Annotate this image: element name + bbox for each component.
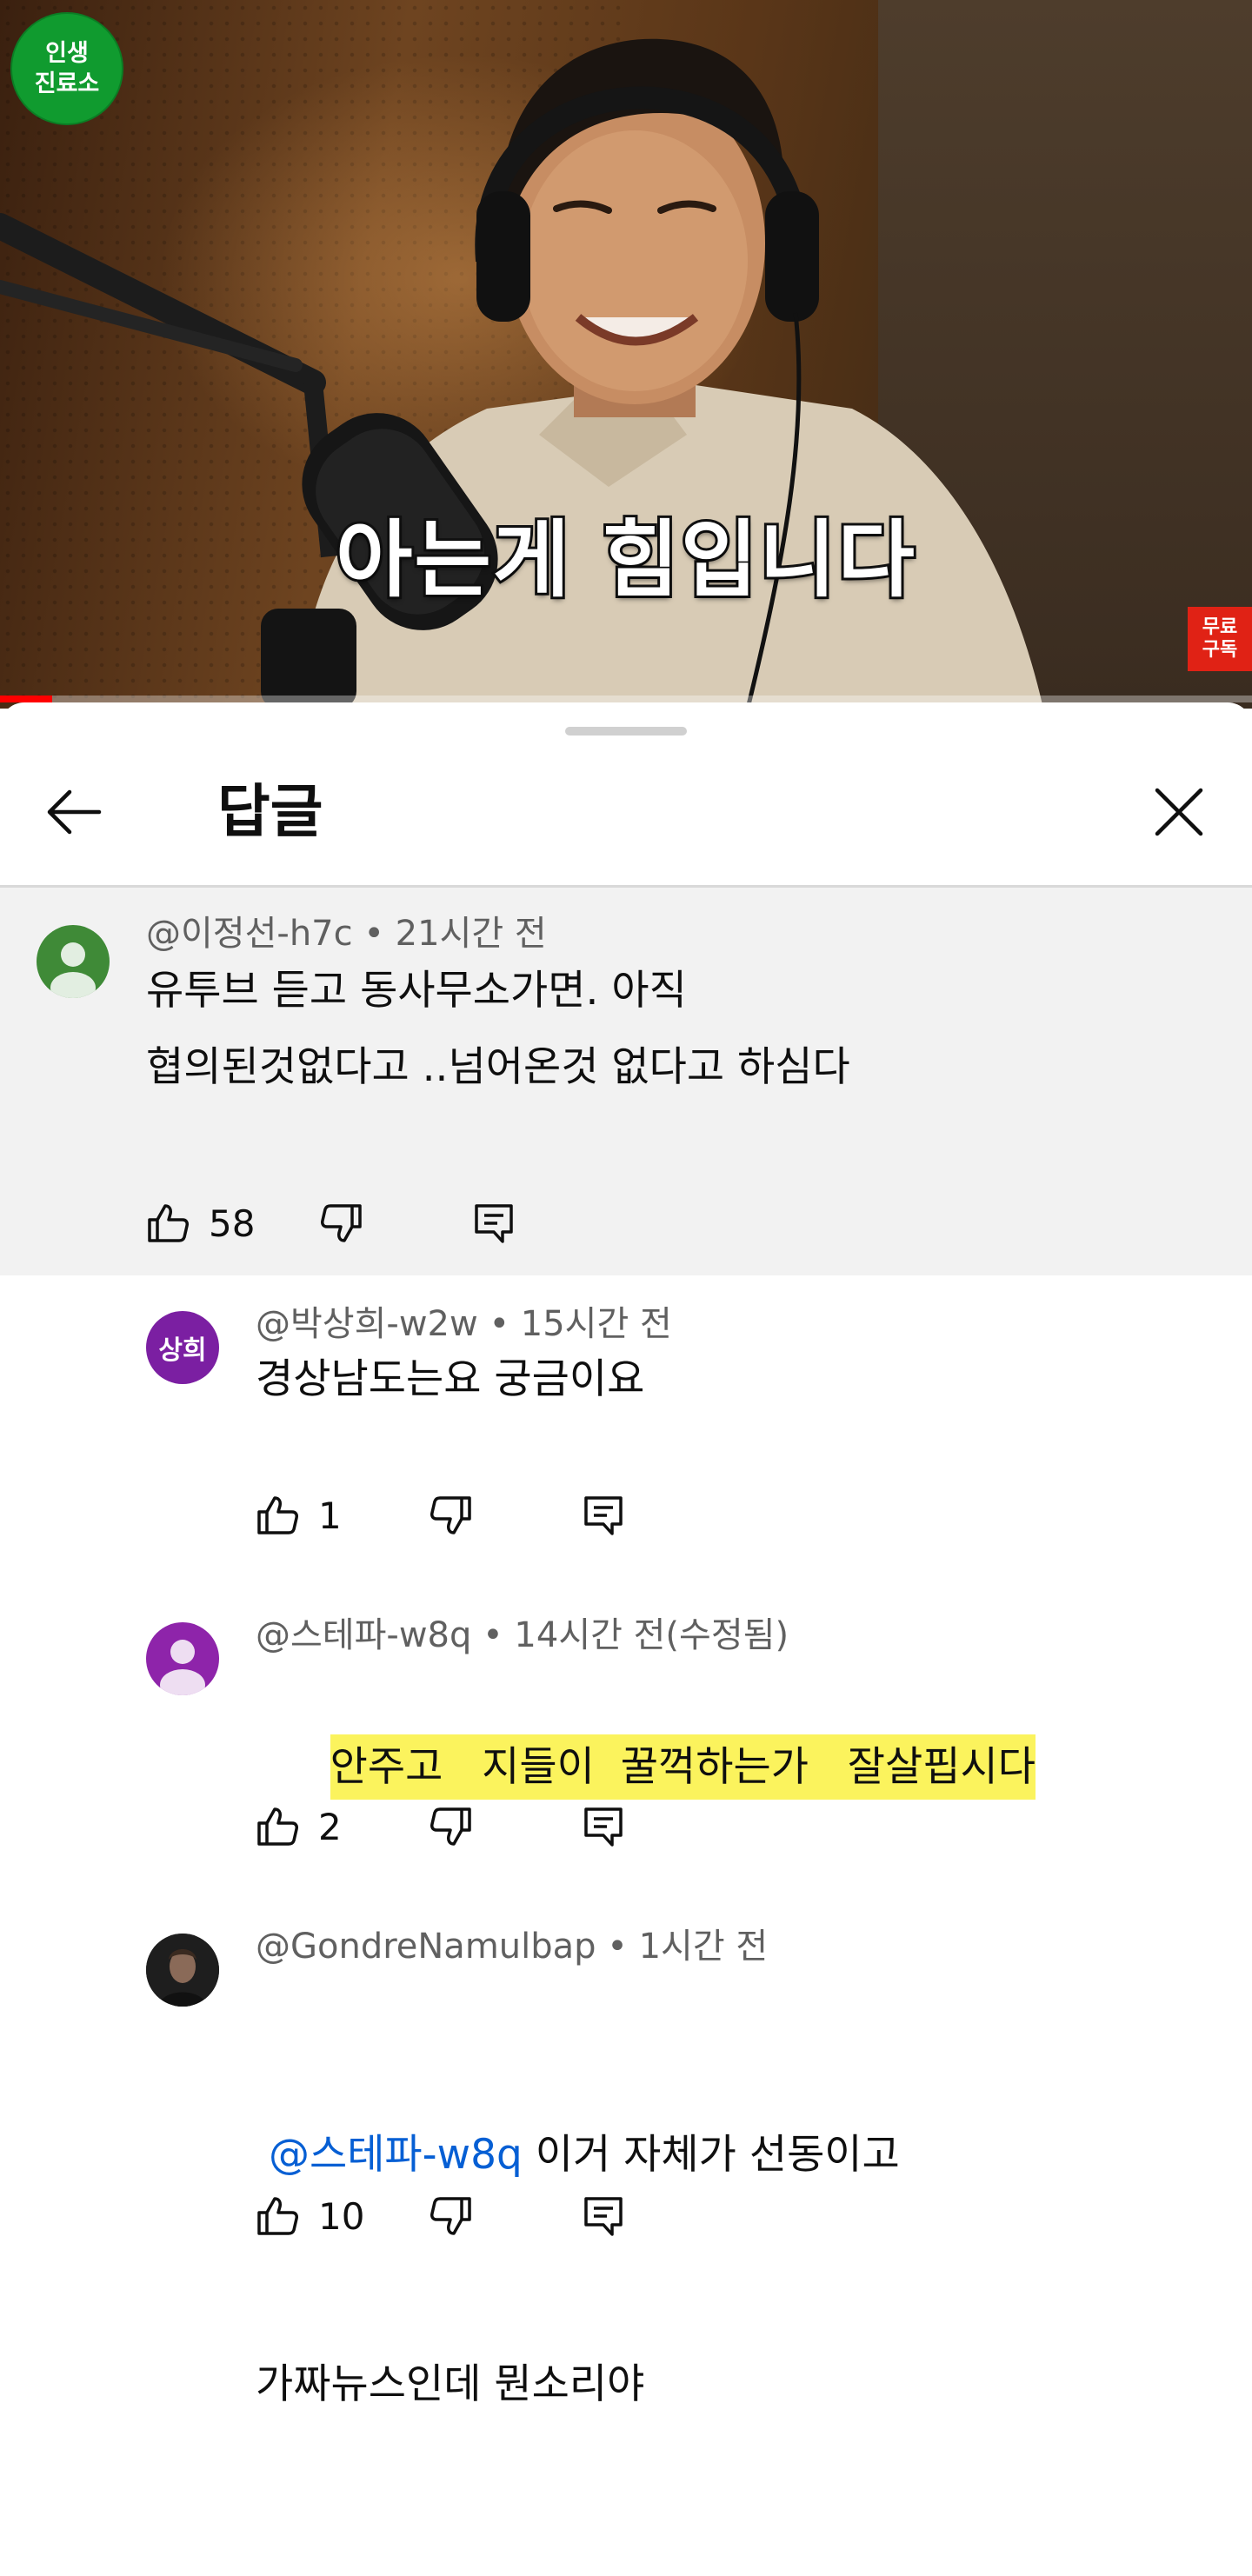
channel-logo-line1: 인생 — [45, 40, 89, 67]
reply-button[interactable] — [581, 2186, 626, 2247]
like-button[interactable]: 1 — [256, 1485, 342, 1546]
like-button[interactable]: 2 — [256, 1796, 342, 1857]
reply-button[interactable] — [581, 1796, 626, 1857]
like-count: 58 — [209, 1201, 256, 1245]
thumbs-up-icon — [257, 1807, 298, 1846]
default-user-icon — [160, 1640, 205, 1695]
channel-logo[interactable]: 인생 진료소 — [10, 12, 123, 125]
arrow-left-icon — [47, 789, 102, 835]
comment-time: 21시간 전 — [395, 914, 547, 954]
comment-author[interactable]: @박상희-w2w — [256, 1304, 478, 1344]
video-progress-fill — [0, 696, 53, 702]
avatar-initials: 상희 — [158, 1335, 207, 1366]
comment-author[interactable]: @GondreNamulbap — [256, 1927, 596, 1967]
comment-time: 15시간 전 — [520, 1304, 672, 1344]
video-progress-bar[interactable] — [0, 696, 1252, 702]
default-user-icon — [50, 942, 96, 998]
drag-handle[interactable] — [565, 727, 687, 736]
subscribe-badge-line1: 무료 — [1202, 616, 1238, 638]
comment-text: @스테파-w8q 이거 자체가 선동이고 가짜뉴스인데 뭔소리야 — [256, 1964, 900, 2576]
comment-meta: @GondreNamulbap • 1시간 전 — [256, 1925, 768, 1968]
meta-separator: • — [483, 1615, 515, 1655]
comment-line: 경상남도는요 궁금이요 — [256, 1355, 645, 1403]
back-button[interactable] — [42, 779, 108, 845]
user-photo-icon — [146, 1934, 219, 2007]
mention-link[interactable]: @스테파-w8q — [269, 2131, 523, 2179]
comment-line: @스테파-w8q 이거 자체가 선동이고 — [256, 2117, 900, 2193]
comment-author[interactable]: @이정선-h7c — [146, 914, 353, 954]
reply-icon — [584, 1807, 623, 1847]
comment-line: 가짜뉴스인데 뭔소리야 — [256, 2360, 645, 2408]
reply-comment: @스테파-w8q • 14시간 전(수정됨) 안주고 지들이 꿀꺽하는가 잘살핍… — [0, 1615, 1252, 1900]
like-count: 2 — [318, 1805, 342, 1848]
channel-logo-line2: 진료소 — [34, 70, 100, 97]
thumbs-up-icon — [257, 1496, 298, 1534]
highlighted-comment-line: 안주고 지들이 꿀꺽하는가 잘살핍시다 — [330, 1734, 1036, 1800]
sheet-header: 답글 — [0, 755, 1252, 876]
comment-text: 안주고 지들이 꿀꺽하는가 잘살핍시다 — [252, 1653, 1036, 1882]
close-icon — [1155, 788, 1203, 836]
subscribe-badge-line2: 구독 — [1202, 639, 1238, 661]
subscribe-badge[interactable]: 무료 구독 — [1188, 607, 1252, 671]
meta-separator: • — [607, 1927, 639, 1967]
dislike-button[interactable] — [318, 1193, 363, 1254]
like-button[interactable]: 10 — [256, 2186, 364, 2247]
comment-time: 14시간 전(수정됨) — [514, 1615, 789, 1655]
avatar[interactable]: 상희 — [146, 1311, 219, 1384]
comment-line-text: 이거 자체가 선동이고 — [522, 2131, 900, 2179]
comment-time: 1시간 전 — [638, 1927, 769, 1967]
replies-sheet: 답글 @이정선-h7c • 21시간 전 유투브 듣고 동사무소가면. 아직 협… — [0, 702, 1252, 2408]
parent-comment: @이정선-h7c • 21시간 전 유투브 듣고 동사무소가면. 아직 협의된것… — [0, 888, 1252, 1275]
reply-comment: 상희 @박상희-w2w • 15시간 전 경상남도는요 궁금이요 1 — [0, 1304, 1252, 1589]
comment-text: 경상남도는요 궁금이요 — [256, 1341, 644, 1418]
reply-comment: @GondreNamulbap • 1시간 전 @스테파-w8q 이거 자체가 … — [0, 1927, 1252, 2408]
video-player[interactable]: 인생 진료소 아는게 힘입니다 무료 구독 — [0, 0, 1252, 709]
meta-separator: • — [489, 1304, 521, 1344]
reply-icon — [584, 1496, 623, 1535]
like-button[interactable]: 58 — [146, 1193, 255, 1254]
reply-icon — [584, 2197, 623, 2236]
thumbs-down-icon — [321, 1204, 362, 1242]
reply-button[interactable] — [581, 1485, 626, 1546]
avatar[interactable] — [146, 1934, 219, 2007]
sheet-title: 답글 — [217, 778, 323, 845]
like-count: 1 — [318, 1494, 342, 1537]
reply-icon — [475, 1204, 513, 1243]
comment-meta: @이정선-h7c • 21시간 전 — [146, 912, 547, 955]
reply-button[interactable] — [471, 1193, 516, 1254]
video-subtitle: 아는게 힘입니다 — [333, 509, 917, 611]
comment-meta: @박상희-w2w • 15시간 전 — [256, 1302, 672, 1346]
comment-line: 협의된것없다고 ..넘어온것 없다고 하심다 — [146, 1043, 850, 1091]
dislike-button[interactable] — [428, 1485, 473, 1546]
dislike-button[interactable] — [428, 1796, 473, 1857]
thumbs-up-icon — [148, 1204, 189, 1242]
comment-meta: @스테파-w8q • 14시간 전(수정됨) — [256, 1614, 789, 1657]
dislike-button[interactable] — [428, 2186, 473, 2247]
meta-separator: • — [363, 914, 396, 954]
comment-line: 유투브 듣고 동사무소가면. 아직 — [146, 967, 687, 1015]
avatar[interactable] — [146, 1622, 219, 1695]
comment-author[interactable]: @스테파-w8q — [256, 1615, 471, 1655]
thumbs-up-icon — [257, 2197, 298, 2235]
thumbs-down-icon — [430, 1807, 471, 1846]
thumbs-down-icon — [430, 1496, 471, 1534]
comment-text: 유투브 듣고 동사무소가면. 아직 협의된것없다고 ..넘어온것 없다고 하심다 — [146, 953, 850, 1106]
avatar[interactable] — [37, 925, 110, 998]
close-button[interactable] — [1146, 779, 1212, 845]
like-count: 10 — [318, 2194, 365, 2238]
thumbs-down-icon — [430, 2197, 471, 2235]
